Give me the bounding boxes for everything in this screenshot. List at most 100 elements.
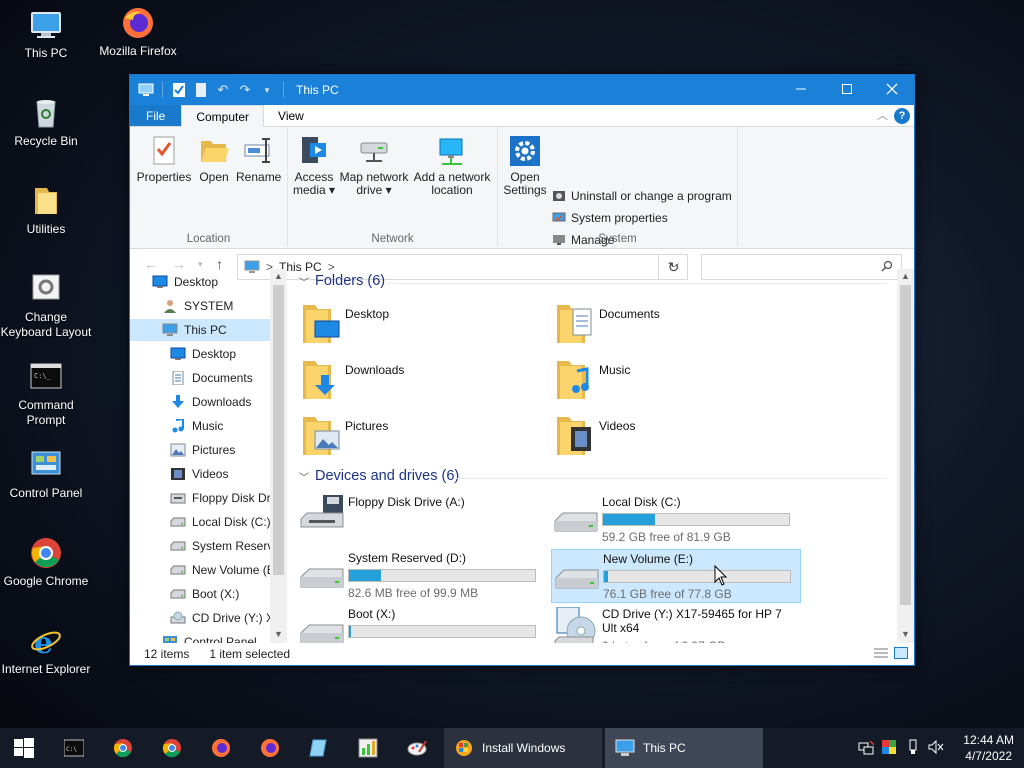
drive-item[interactable]: New Volume (E:) 76.1 GB free of 77.8 GB xyxy=(551,549,801,603)
desktop-icon-internet-explorer[interactable]: e Internet Explorer xyxy=(0,624,92,677)
redo-icon[interactable]: ↷ xyxy=(237,82,253,98)
content-scrollbar[interactable]: ▲ ▼ xyxy=(897,269,914,643)
settings-gear-icon xyxy=(509,135,541,167)
nav-item-music[interactable]: Music xyxy=(130,415,270,437)
folder-downloads[interactable]: Downloads xyxy=(297,355,537,405)
taskbar-command-prompt[interactable]: C:\ xyxy=(50,728,98,768)
clock[interactable]: 12:44 AM 4/7/2022 xyxy=(963,732,1014,764)
nav-item-this-pc[interactable]: This PC xyxy=(130,319,270,341)
undo-icon[interactable]: ↶ xyxy=(215,82,231,98)
nav-item-system-reserve[interactable]: System Reserve xyxy=(130,535,270,557)
start-button[interactable] xyxy=(0,728,48,768)
rename-button[interactable]: Rename xyxy=(236,135,281,184)
folder-pictures[interactable]: Pictures xyxy=(297,411,537,461)
nav-item-downloads[interactable]: Downloads xyxy=(130,391,270,413)
drive-item[interactable]: CD Drive (Y:) X17-59465 for HP 7 Ult x64… xyxy=(551,605,801,643)
explorer-body: Desktop SYSTEM This PC Desktop Documents Down… xyxy=(130,269,914,643)
svg-text:C:\: C:\ xyxy=(66,746,77,753)
access-media-button[interactable]: Access media ▾ xyxy=(290,135,338,197)
task-label: Install Windows xyxy=(482,741,566,755)
large-icons-view-icon[interactable] xyxy=(894,647,908,659)
taskbar-chrome-2[interactable] xyxy=(148,728,196,768)
drive-item[interactable]: Boot (X:)987 MB free of 1,000 MB xyxy=(297,605,547,643)
desktop-icon-change-keyboard-layout[interactable]: Change Keyboard Layout xyxy=(0,272,92,340)
scroll-thumb[interactable] xyxy=(273,285,284,575)
nav-item-local-disk-c[interactable]: Local Disk (C:) xyxy=(130,511,270,533)
maximize-button[interactable] xyxy=(824,75,870,105)
properties-button[interactable]: Properties xyxy=(136,135,192,184)
nav-item-videos[interactable]: Videos xyxy=(130,463,270,485)
customize-qat-icon[interactable]: ▾ xyxy=(259,82,275,98)
scroll-thumb[interactable] xyxy=(900,285,911,605)
navigation-pane-scrollbar[interactable]: ▲ ▼ xyxy=(270,269,287,643)
properties-check-icon[interactable] xyxy=(171,82,187,98)
nav-item-cd-drive-y-x[interactable]: CD Drive (Y:) X xyxy=(130,607,270,629)
system-properties-button[interactable]: System properties xyxy=(552,211,668,225)
nav-item-pictures[interactable]: Pictures xyxy=(130,439,270,461)
taskbar-firefox-2[interactable] xyxy=(246,728,294,768)
taskbar-task-manager[interactable] xyxy=(344,728,392,768)
add-network-location-button[interactable]: Add a network location xyxy=(412,135,492,197)
desktop-icon-command-prompt[interactable]: C:\_ Command Prompt xyxy=(0,360,92,428)
usb-tray-icon[interactable] xyxy=(908,739,918,755)
close-button[interactable] xyxy=(869,75,915,105)
tab-computer[interactable]: Computer xyxy=(181,105,265,128)
taskbar-task-install-windows[interactable]: Install Windows xyxy=(444,728,602,768)
drive-item[interactable]: System Reserved (D:) 82.6 MB free of 99.9… xyxy=(297,549,547,603)
drive-item[interactable]: Floppy Disk Drive (A:) xyxy=(297,493,547,547)
help-button[interactable]: ? xyxy=(894,108,910,124)
volume-muted-icon[interactable] xyxy=(928,739,944,755)
desktop-icon-label: Utilities xyxy=(26,222,66,236)
collapse-ribbon-icon[interactable]: ︿ xyxy=(877,107,888,123)
uninstall-program-button[interactable]: Uninstall or change a program xyxy=(552,189,732,203)
taskbar-firefox[interactable] xyxy=(197,728,245,768)
tab-file[interactable]: File xyxy=(130,105,182,126)
color-profile-tray-icon[interactable] xyxy=(882,740,896,754)
taskbar-task-this-pc[interactable]: This PC xyxy=(605,728,763,768)
nav-item-floppy-disk-dri[interactable]: Floppy Disk Dri xyxy=(130,487,270,509)
scroll-up-arrow[interactable]: ▲ xyxy=(897,271,914,281)
control-panel-icon xyxy=(29,448,63,482)
taskbar-notepad[interactable] xyxy=(295,728,343,768)
desktop-icon-utilities[interactable]: Utilities xyxy=(0,184,92,237)
tab-view[interactable]: View xyxy=(264,105,318,126)
folder-videos[interactable]: Videos xyxy=(551,411,791,461)
folders-group-header[interactable]: ﹀ Folders (6) xyxy=(299,273,385,289)
open-button[interactable]: Open xyxy=(196,135,232,184)
scroll-down-arrow[interactable]: ▼ xyxy=(897,629,914,639)
drive-name: Boot (X:) xyxy=(348,607,396,621)
desktop-icon-firefox[interactable]: Mozilla Firefox xyxy=(92,6,184,59)
minimize-button[interactable] xyxy=(778,75,824,105)
map-network-drive-button[interactable]: Map network drive ▾ xyxy=(338,135,410,197)
computer-small-icon[interactable] xyxy=(138,82,154,98)
open-settings-button[interactable]: Open Settings xyxy=(502,135,548,197)
new-folder-icon[interactable] xyxy=(193,82,209,98)
network-tray-icon[interactable] xyxy=(858,740,875,755)
scroll-down-arrow[interactable]: ▼ xyxy=(270,629,287,639)
scroll-up-arrow[interactable]: ▲ xyxy=(270,271,287,281)
pictures-folder-icon xyxy=(301,413,341,457)
desktop-icon-recycle-bin[interactable]: Recycle Bin xyxy=(0,96,92,149)
title-bar[interactable]: ↶ ↷ ▾ This PC xyxy=(130,75,914,105)
taskbar-paint[interactable] xyxy=(393,728,441,768)
nav-item-control-panel[interactable]: Control Panel xyxy=(130,631,270,643)
nav-item-boot-x[interactable]: Boot (X:) xyxy=(130,583,270,605)
close-icon xyxy=(886,83,898,95)
nav-item-desktop[interactable]: Desktop xyxy=(130,271,270,293)
desktop-icon-this-pc[interactable]: This PC xyxy=(0,8,92,61)
documents-folder-icon xyxy=(555,301,595,345)
folder-documents[interactable]: Documents xyxy=(551,299,791,349)
nav-item-new-volume-e[interactable]: New Volume (E xyxy=(130,559,270,581)
details-view-icon[interactable] xyxy=(874,647,888,659)
nav-item-documents[interactable]: Documents xyxy=(130,367,270,389)
folder-desktop[interactable]: Desktop xyxy=(297,299,537,349)
folder-music[interactable]: Music xyxy=(551,355,791,405)
nav-item-desktop[interactable]: Desktop xyxy=(130,343,270,365)
desktop-icon-google-chrome[interactable]: Google Chrome xyxy=(0,536,92,589)
drives-group-header[interactable]: ﹀ Devices and drives (6) xyxy=(299,468,459,484)
taskbar-chrome[interactable] xyxy=(99,728,147,768)
nav-item-system[interactable]: SYSTEM xyxy=(130,295,270,317)
drive-item[interactable]: Local Disk (C:) 59.2 GB free of 81.9 GB xyxy=(551,493,801,547)
rename-icon xyxy=(242,135,274,167)
desktop-icon-control-panel[interactable]: Control Panel xyxy=(0,448,92,501)
